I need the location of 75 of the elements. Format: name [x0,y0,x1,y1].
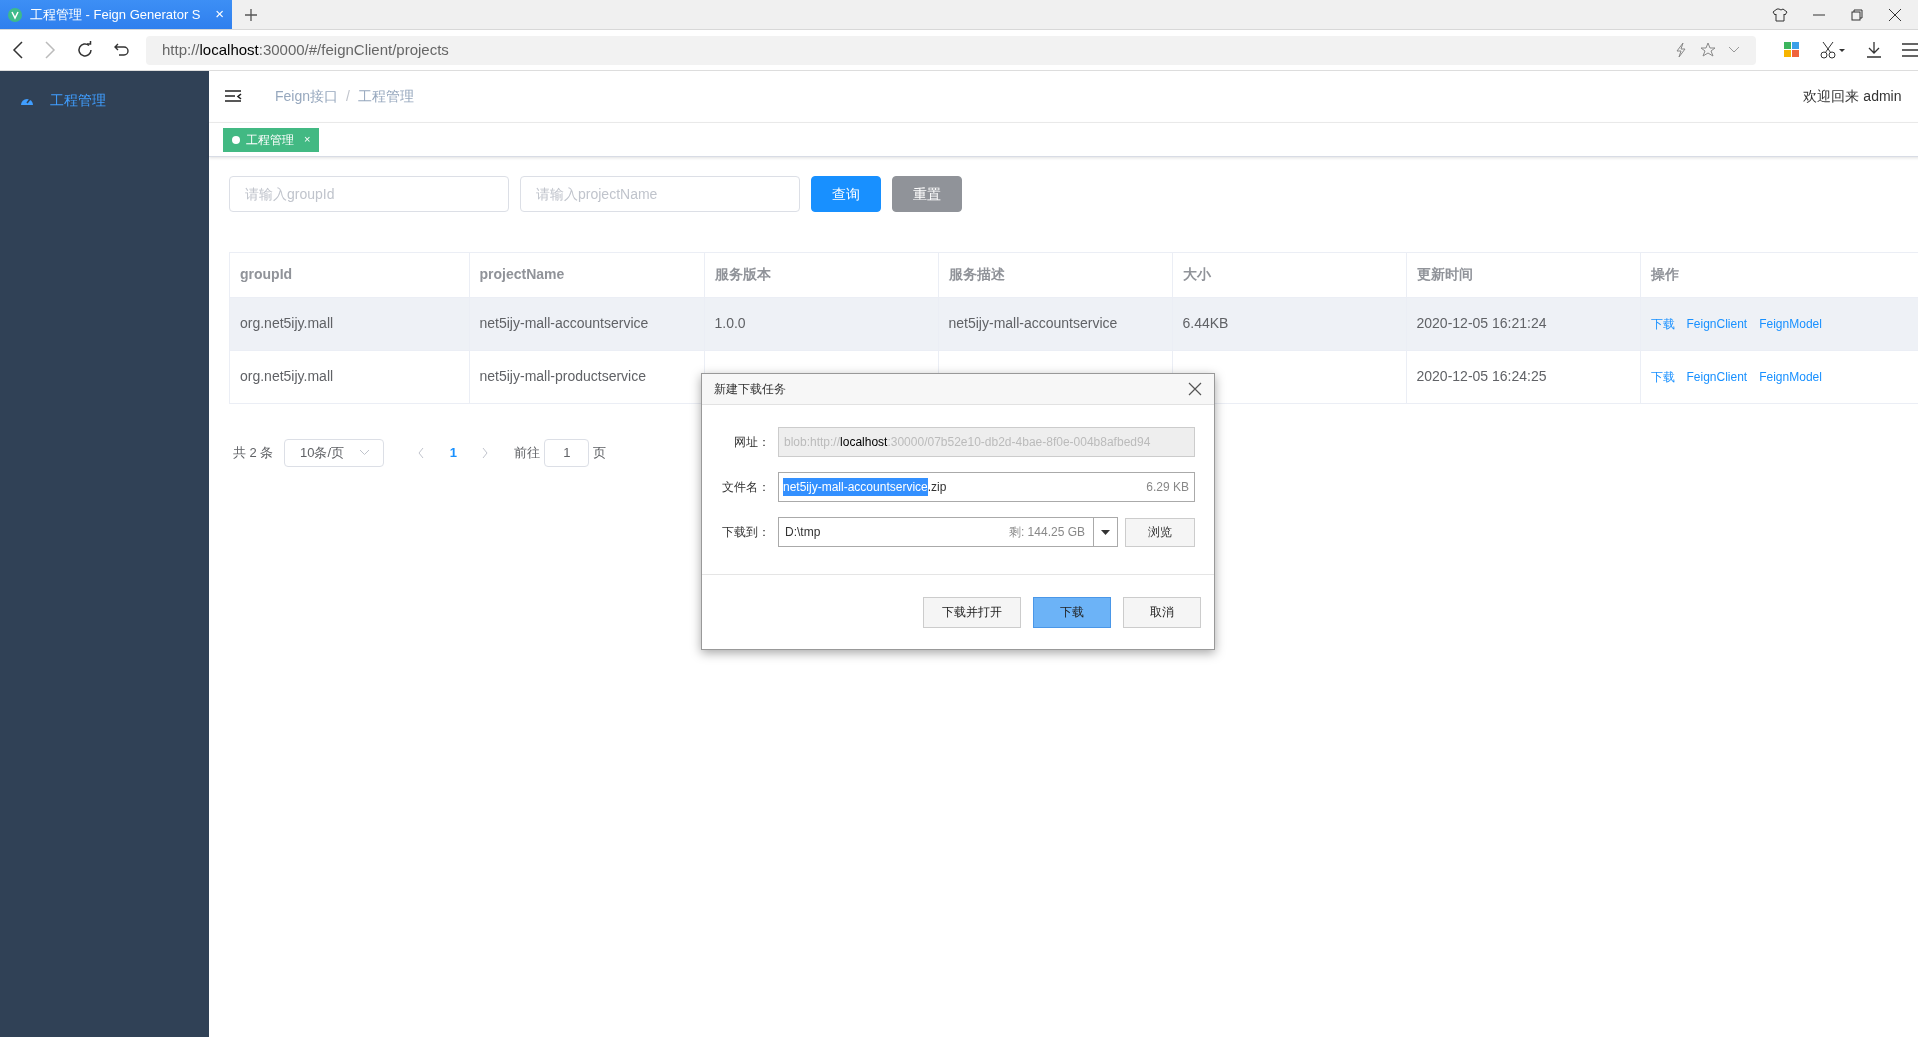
chevron-down-icon [360,450,369,455]
free-space: 剩: 144.25 GB [1008,524,1086,541]
table-row[interactable]: org.net5ijy.mall net5ijy-mall-accountservice 1.0.0 net5ijy-mall-accountservice 6.44KB 2020-12-05 16:21:24 下载 FeignClient FeignModel [230,297,1918,350]
action-link[interactable]: FeignClient [1686,314,1748,333]
field-label: 文件名： [721,479,771,496]
table-cell: 2020-12-05 16:21:24 [1416,315,1547,331]
page-suffix: 页 [593,443,607,462]
breadcrumb-separator: / [346,87,350,106]
back-icon[interactable] [12,41,24,59]
dialog-button[interactable]: 下载并打开 [923,596,1021,628]
star-icon[interactable] [1700,42,1716,58]
breadcrumb-item[interactable]: Feign接口 [275,86,339,107]
column-header: 大小 [1172,253,1406,297]
breadcrumb-item: 工程管理 [357,87,414,106]
action-link[interactable]: FeignModel [1759,314,1822,333]
filename-field[interactable]: net5ijy-mall-accountservice.zip 6.29 KB [778,472,1195,502]
page-size-select[interactable]: 10条/页 [284,438,385,467]
table-cell: 6.44KB [1182,315,1229,331]
page-input[interactable]: 1 [544,438,590,467]
new-tab-icon[interactable] [244,7,258,22]
total-count: 共 2 条 [233,443,274,462]
address-bar[interactable]: http://localhost:30000/#/feignClient/projects [146,35,1756,65]
action-link[interactable]: 下载 [1650,314,1675,333]
browser-tab[interactable]: 工程管理 - Feign Generator S × [0,0,232,29]
scissors-icon[interactable] [1820,41,1846,59]
search-field[interactable]: 请输入groupId [229,176,509,212]
action-link[interactable]: 下载 [1650,367,1675,386]
column-header: 更新时间 [1406,253,1640,297]
chevron-down-icon[interactable] [1728,46,1740,54]
page-number[interactable]: 1 [438,442,469,463]
column-header: 服务描述 [938,253,1172,297]
close-icon[interactable] [1888,7,1902,22]
column-header: projectName [469,253,704,297]
goto-label: 前往 [514,443,541,462]
lightning-icon[interactable] [1674,42,1688,58]
column-header: 服务版本 [704,253,938,297]
page-tag[interactable]: 工程管理 × [223,127,320,152]
close-icon[interactable] [1188,382,1202,396]
dialog-button[interactable]: 取消 [1123,596,1201,628]
menu-fold-icon[interactable] [225,88,243,105]
sidebar-item[interactable]: 工程管理 [0,83,209,117]
column-header: 操作 [1640,253,1918,297]
menu-icon[interactable] [1902,43,1918,57]
table-cell: net5ijy-mall-productservice [479,368,646,384]
table-cell: org.net5ijy.mall [240,368,334,384]
action-link[interactable]: FeignModel [1759,367,1822,386]
close-tag-button[interactable]: × [304,131,311,148]
download-icon[interactable] [1866,41,1882,59]
table-cell: net5ijy-mall-accountservice [948,315,1118,331]
welcome-text: 欢迎回来 admin [1803,87,1902,106]
action-link[interactable]: FeignClient [1686,367,1748,386]
table-cell: net5ijy-mall-accountservice [479,315,649,331]
save-path-field[interactable]: D:\tmp 剩: 144.25 GB [778,517,1118,547]
restore-icon[interactable] [1850,7,1864,22]
field-label: 网址： [733,434,771,451]
url-text: http://localhost:30000/#/feignClient/projects [162,39,450,60]
table-cell: 1.0.0 [714,315,746,331]
search-field[interactable]: 请输入projectName [520,176,800,212]
close-tab-button[interactable]: × [215,3,224,26]
reset-button[interactable]: 重置 [892,176,962,212]
file-size: 6.29 KB [1146,479,1190,496]
reload-icon[interactable] [76,41,94,59]
undo-icon[interactable] [114,42,130,58]
shirt-icon[interactable] [1772,7,1788,22]
tab-title: 工程管理 - Feign Generator S [30,5,202,24]
table-cell: org.net5ijy.mall [240,315,334,331]
column-header: groupId [230,253,469,297]
dialog-button[interactable]: 下载 [1033,596,1111,628]
caret-down-icon [1101,529,1110,535]
field-label: 下载到： [721,524,771,541]
browse-button[interactable]: 浏览 [1125,517,1195,547]
dialog-title: 新建下载任务 [714,381,787,398]
search-button[interactable]: 查询 [811,176,881,212]
apps-icon[interactable] [1784,42,1800,58]
table-cell: 2020-12-05 16:24:25 [1416,368,1547,384]
